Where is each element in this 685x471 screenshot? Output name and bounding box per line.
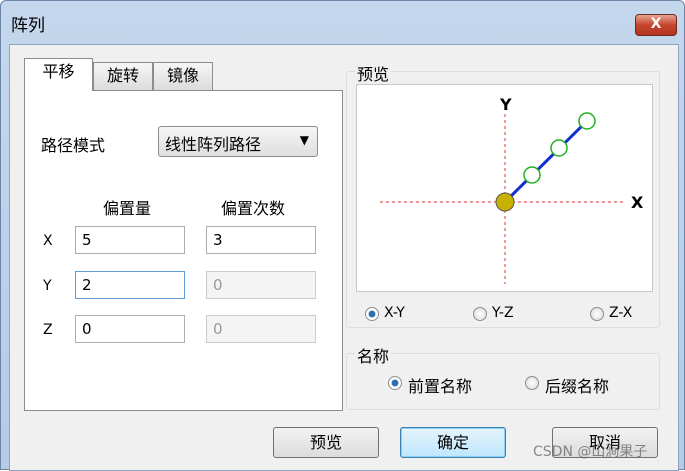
plane-xy-label: X-Y (384, 305, 405, 321)
axis-z-label: Z (43, 322, 53, 338)
prefix-name-radio[interactable] (388, 376, 402, 390)
ok-button[interactable]: 确定 (400, 427, 506, 458)
tab-rotate[interactable]: 旋转 (93, 62, 153, 90)
path-mode-label: 路径模式 (41, 136, 106, 155)
copy-point (578, 112, 596, 130)
axis-x-caption: X (631, 193, 644, 212)
copy-point (550, 139, 568, 157)
prefix-name-label: 前置名称 (408, 377, 473, 396)
plane-zx-label: Z-X (609, 305, 633, 321)
chevron-down-icon: ▼ (299, 133, 309, 147)
tab-translate[interactable]: 平移 (24, 58, 93, 91)
preview-button[interactable]: 预览 (273, 427, 379, 458)
plane-yz-label: Y-Z (492, 305, 514, 321)
plane-xy-radio[interactable] (365, 307, 379, 321)
path-mode-select[interactable]: 线性阵列路径 ▼ (158, 126, 318, 157)
dialog-title: 阵列 (11, 16, 45, 36)
tab-mirror[interactable]: 镜像 (153, 62, 213, 90)
plane-yz-radio[interactable] (473, 307, 487, 321)
count-x-input[interactable]: 3 (206, 226, 316, 254)
suffix-name-radio[interactable] (525, 376, 539, 390)
copy-point (523, 166, 541, 184)
offset-y-input[interactable]: 2 (75, 271, 185, 299)
offset-header: 偏置量 (103, 199, 152, 218)
axis-y-caption: Y (500, 95, 512, 114)
axis-y-label: Y (43, 278, 52, 294)
count-y-input[interactable]: 0 (206, 271, 316, 299)
count-header: 偏置次数 (221, 199, 286, 218)
path-mode-value: 线性阵列路径 (165, 135, 262, 154)
preview-title: 预览 (355, 61, 392, 85)
watermark: CSDN @山涧果子 (533, 444, 648, 460)
offset-x-input[interactable]: 5 (75, 226, 185, 254)
array-dialog: 阵列 X 平移 旋转 镜像 路径模式 线性阵列路径 ▼ 偏置量 偏置次数 X 5 … (0, 0, 685, 471)
offset-z-input[interactable]: 0 (75, 315, 185, 343)
naming-title: 名称 (355, 343, 392, 367)
preview-canvas (356, 84, 653, 292)
plane-zx-radio[interactable] (590, 307, 604, 321)
origin-point (495, 192, 515, 212)
close-button[interactable]: X (635, 14, 677, 36)
dialog-body: 平移 旋转 镜像 路径模式 线性阵列路径 ▼ 偏置量 偏置次数 X 5 3 Y 2… (9, 44, 679, 471)
suffix-name-label: 后缀名称 (545, 377, 610, 396)
count-z-input[interactable]: 0 (206, 315, 316, 343)
axis-x-label: X (43, 233, 53, 249)
